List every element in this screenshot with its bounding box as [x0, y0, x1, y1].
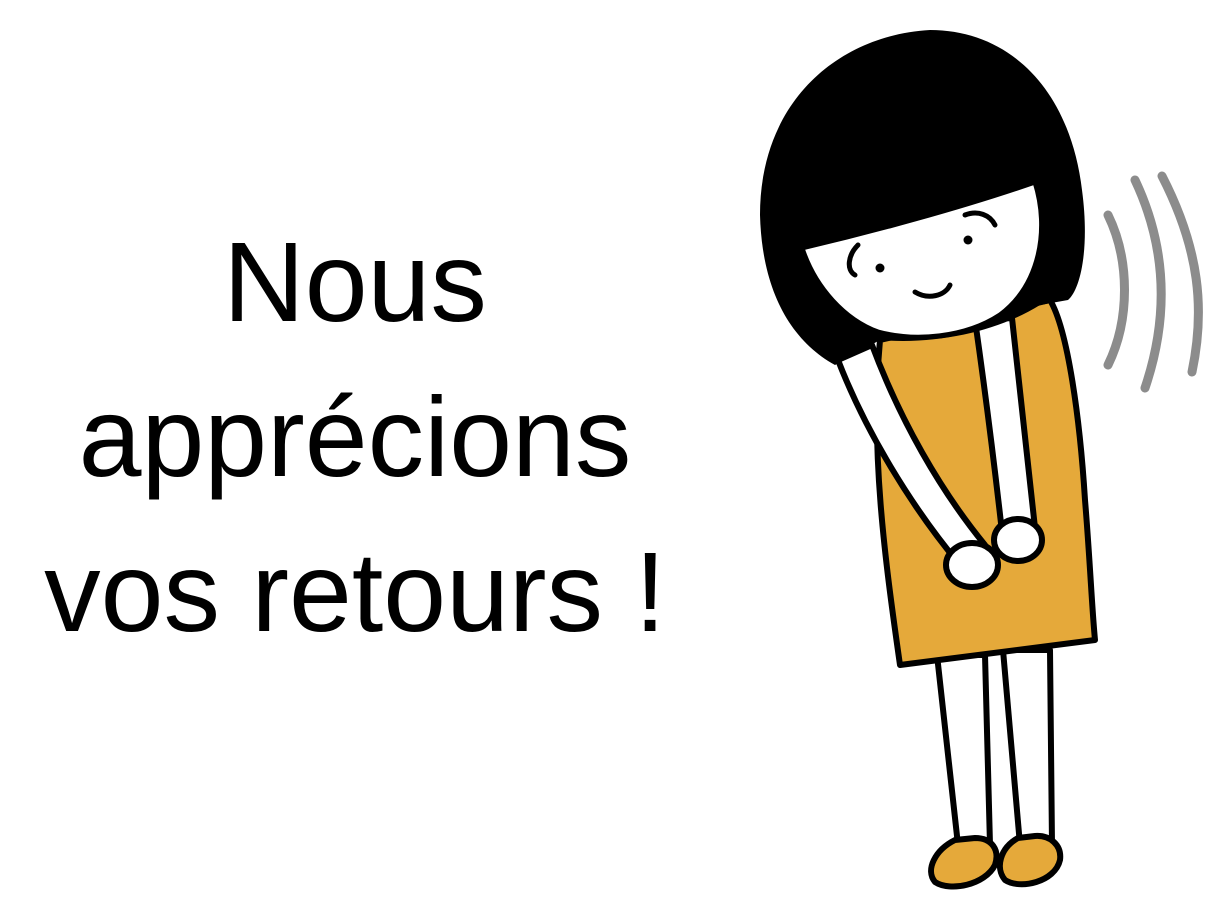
- message-line-2: apprécions: [78, 374, 632, 500]
- legs-icon: [934, 647, 1055, 848]
- message-line-1: Nous: [223, 219, 487, 345]
- bowing-girl-icon: [760, 30, 1203, 890]
- shoes-icon: [928, 832, 1064, 890]
- motion-lines-icon: [1103, 171, 1203, 393]
- thank-you-message: Nous apprécions vos retours !: [0, 205, 710, 670]
- message-line-3: vos retours !: [44, 529, 666, 655]
